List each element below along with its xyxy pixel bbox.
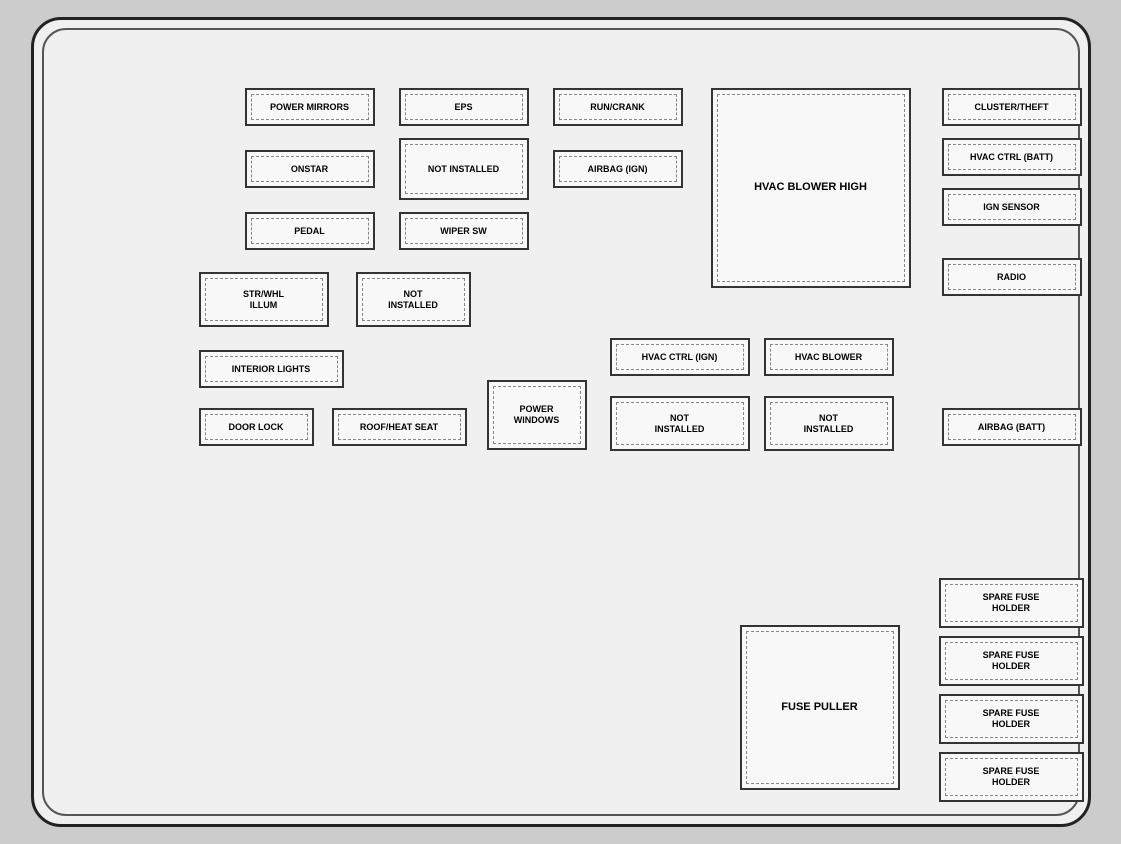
fuse-not-installed-2-label: NOTINSTALLED xyxy=(362,278,465,321)
fuse-not-installed-3-label: NOTINSTALLED xyxy=(616,402,744,445)
fuse-not-installed-4-label: NOTINSTALLED xyxy=(770,402,888,445)
fuse-cluster-theft-label: CLUSTER/THEFT xyxy=(948,94,1076,120)
fuse-hvac-blower: HVAC BLOWER xyxy=(764,338,894,376)
fuse-pedal: PEDAL xyxy=(245,212,375,250)
fuse-power-mirrors-label: POWER MIRRORS xyxy=(251,94,369,120)
fuse-wiper-sw-label: WIPER SW xyxy=(405,218,523,244)
fuse-hvac-blower-label: HVAC BLOWER xyxy=(770,344,888,370)
fuse-ign-sensor-label: IGN SENSOR xyxy=(948,194,1076,220)
fuse-roof-heat-seat: ROOF/HEAT SEAT xyxy=(332,408,467,446)
fuse-hvac-ctrl-ign-label: HVAC CTRL (IGN) xyxy=(616,344,744,370)
fuse-eps: EPS xyxy=(399,88,529,126)
fuse-hvac-ctrl-batt: HVAC CTRL (BATT) xyxy=(942,138,1082,176)
spare-fuse-holder-3: SPARE FUSEHOLDER xyxy=(939,694,1084,744)
fuse-radio: RADIO xyxy=(942,258,1082,296)
fuse-pedal-label: PEDAL xyxy=(251,218,369,244)
fuse-roof-heat-seat-label: ROOF/HEAT SEAT xyxy=(338,414,461,440)
fuse-str-whl-illum: STR/WHLILLUM xyxy=(199,272,329,327)
fuse-run-crank-label: RUN/CRANK xyxy=(559,94,677,120)
fuse-eps-label: EPS xyxy=(405,94,523,120)
fuse-airbag-ign: AIRBAG (IGN) xyxy=(553,150,683,188)
spare-fuse-holder-2: SPARE FUSEHOLDER xyxy=(939,636,1084,686)
fuse-door-lock-label: DOOR LOCK xyxy=(205,414,308,440)
fuse-door-lock: DOOR LOCK xyxy=(199,408,314,446)
fuse-run-crank: RUN/CRANK xyxy=(553,88,683,126)
fuse-onstar: ONSTAR xyxy=(245,150,375,188)
fuse-cluster-theft: CLUSTER/THEFT xyxy=(942,88,1082,126)
fuse-hvac-blower-high: HVAC BLOWER HIGH xyxy=(711,88,911,288)
spare-fuse-holder-1-label: SPARE FUSEHOLDER xyxy=(945,584,1078,622)
fuse-panel: POWER MIRRORS EPS RUN/CRANK ONSTAR NOT I… xyxy=(31,17,1091,827)
fuse-not-installed-4: NOTINSTALLED xyxy=(764,396,894,451)
spare-fuse-holder-1: SPARE FUSEHOLDER xyxy=(939,578,1084,628)
fuse-not-installed-1-label: NOT INSTALLED xyxy=(405,144,523,194)
fuse-airbag-ign-label: AIRBAG (IGN) xyxy=(559,156,677,182)
fuse-power-mirrors: POWER MIRRORS xyxy=(245,88,375,126)
fuse-power-windows: POWERWINDOWS xyxy=(487,380,587,450)
fuse-str-whl-illum-label: STR/WHLILLUM xyxy=(205,278,323,321)
fuse-interior-lights: INTERIOR LIGHTS xyxy=(199,350,344,388)
fuse-not-installed-1: NOT INSTALLED xyxy=(399,138,529,200)
fuse-radio-label: RADIO xyxy=(948,264,1076,290)
fuse-power-windows-label: POWERWINDOWS xyxy=(493,386,581,444)
spare-fuse-holder-4-label: SPARE FUSEHOLDER xyxy=(945,758,1078,796)
fuse-wiper-sw: WIPER SW xyxy=(399,212,529,250)
fuse-onstar-label: ONSTAR xyxy=(251,156,369,182)
fuse-not-installed-3: NOTINSTALLED xyxy=(610,396,750,451)
fuse-interior-lights-label: INTERIOR LIGHTS xyxy=(205,356,338,382)
fuse-ign-sensor: IGN SENSOR xyxy=(942,188,1082,226)
fuse-hvac-blower-high-label: HVAC BLOWER HIGH xyxy=(717,94,905,282)
spare-fuse-holder-4: SPARE FUSEHOLDER xyxy=(939,752,1084,802)
fuse-airbag-batt: AIRBAG (BATT) xyxy=(942,408,1082,446)
fuse-puller-label: FUSE PULLER xyxy=(746,631,894,784)
fuse-hvac-ctrl-batt-label: HVAC CTRL (BATT) xyxy=(948,144,1076,170)
fuse-airbag-batt-label: AIRBAG (BATT) xyxy=(948,414,1076,440)
spare-fuse-holder-3-label: SPARE FUSEHOLDER xyxy=(945,700,1078,738)
fuse-puller: FUSE PULLER xyxy=(740,625,900,790)
fuse-not-installed-2: NOTINSTALLED xyxy=(356,272,471,327)
spare-fuse-holder-2-label: SPARE FUSEHOLDER xyxy=(945,642,1078,680)
fuse-hvac-ctrl-ign: HVAC CTRL (IGN) xyxy=(610,338,750,376)
